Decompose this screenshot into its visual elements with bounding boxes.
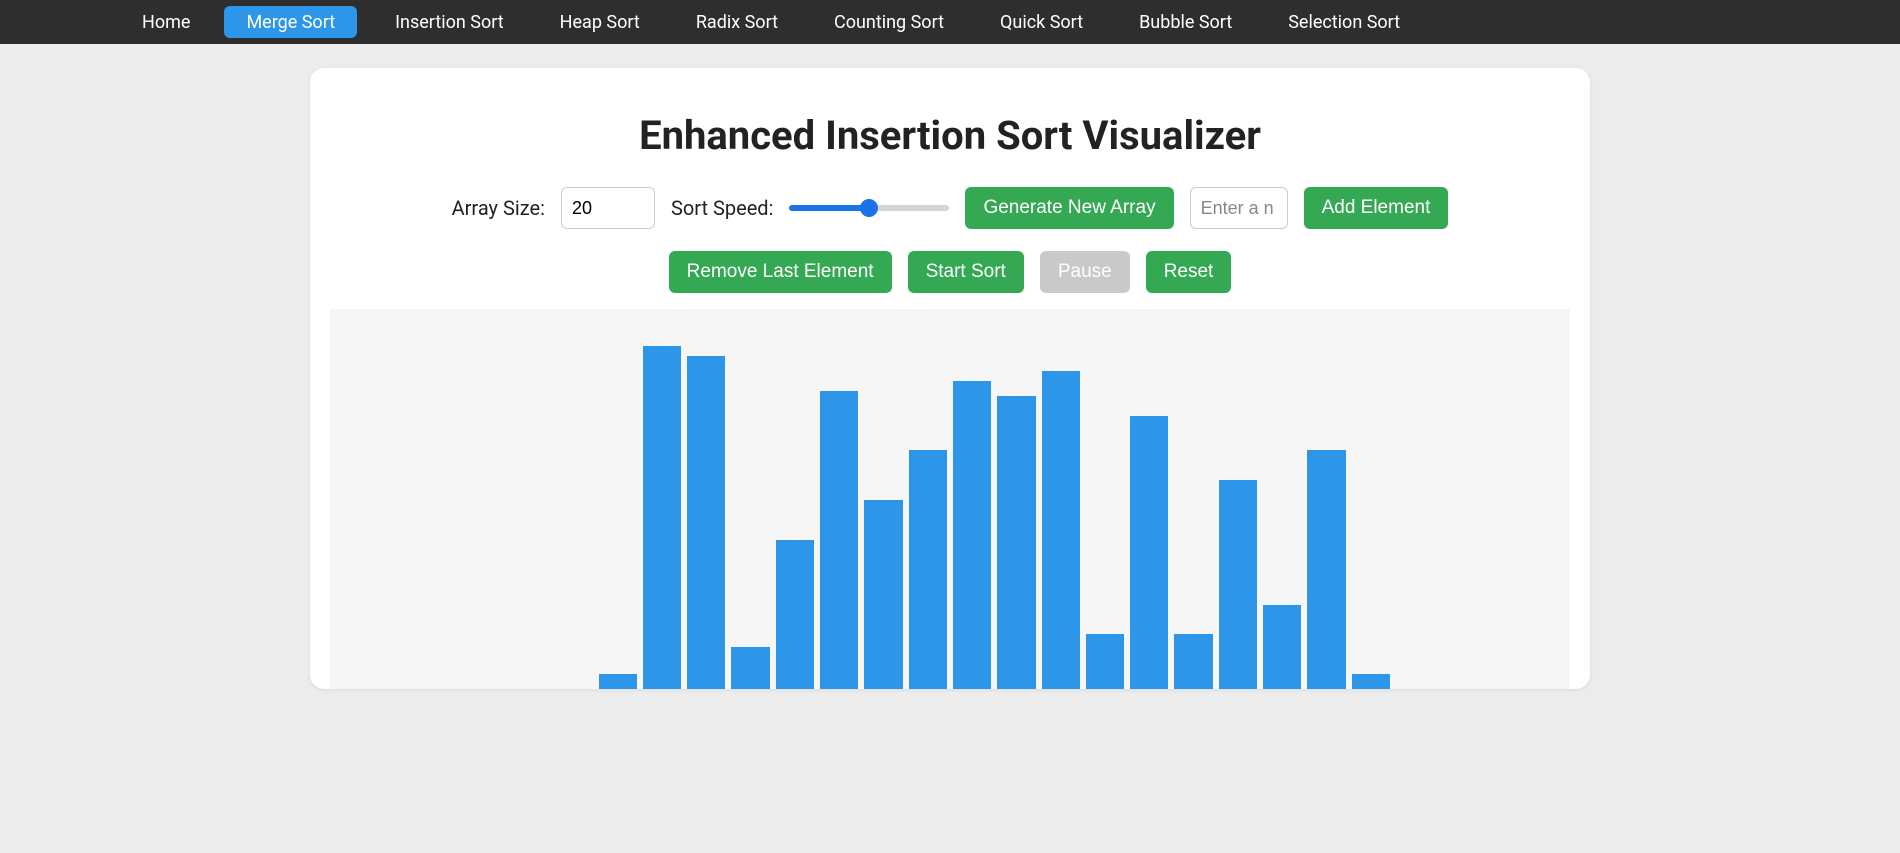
nav-item-bubble-sort[interactable]: Bubble Sort — [1117, 0, 1254, 44]
bar — [1307, 450, 1345, 689]
bar-container — [342, 341, 1558, 689]
bar — [1086, 634, 1124, 689]
bar — [1219, 480, 1257, 689]
bar — [953, 381, 991, 689]
bar — [1130, 416, 1168, 689]
bar — [731, 647, 769, 689]
start-sort-button[interactable]: Start Sort — [908, 251, 1024, 293]
bar — [1263, 605, 1301, 690]
bar — [643, 346, 681, 689]
bar — [776, 540, 814, 689]
bar — [820, 391, 858, 689]
nav-item-insertion-sort[interactable]: Insertion Sort — [373, 0, 526, 44]
remove-element-button[interactable]: Remove Last Element — [669, 251, 892, 293]
nav-item-radix-sort[interactable]: Radix Sort — [674, 0, 800, 44]
bar — [864, 500, 902, 689]
sort-speed-label: Sort Speed: — [671, 196, 774, 220]
nav-item-home[interactable]: Home — [120, 0, 212, 44]
bar — [1042, 371, 1080, 689]
array-size-label: Array Size: — [452, 196, 545, 220]
bar — [687, 356, 725, 689]
nav-item-merge-sort[interactable]: Merge Sort — [224, 6, 357, 38]
pause-button: Pause — [1040, 251, 1130, 293]
bar — [1174, 634, 1212, 689]
bar — [1352, 674, 1390, 689]
page-title: Enhanced Insertion Sort Visualizer — [330, 112, 1570, 159]
sort-speed-slider[interactable] — [789, 205, 949, 211]
chart-panel — [330, 309, 1570, 689]
controls-row: Array Size: Sort Speed: Generate New Arr… — [330, 187, 1570, 293]
main-card: Enhanced Insertion Sort Visualizer Array… — [310, 68, 1590, 689]
element-input[interactable] — [1190, 187, 1288, 229]
nav-item-heap-sort[interactable]: Heap Sort — [538, 0, 662, 44]
bar — [997, 396, 1035, 689]
nav-item-quick-sort[interactable]: Quick Sort — [978, 0, 1105, 44]
generate-array-button[interactable]: Generate New Array — [965, 187, 1173, 229]
bar — [599, 674, 637, 689]
add-element-button[interactable]: Add Element — [1304, 187, 1449, 229]
main-nav: Home Merge Sort Insertion Sort Heap Sort Rad… — [0, 0, 1900, 44]
nav-item-selection-sort[interactable]: Selection Sort — [1266, 0, 1422, 44]
bar — [909, 450, 947, 689]
array-size-input[interactable] — [561, 187, 655, 229]
nav-item-counting-sort[interactable]: Counting Sort — [812, 0, 966, 44]
reset-button[interactable]: Reset — [1146, 251, 1232, 293]
